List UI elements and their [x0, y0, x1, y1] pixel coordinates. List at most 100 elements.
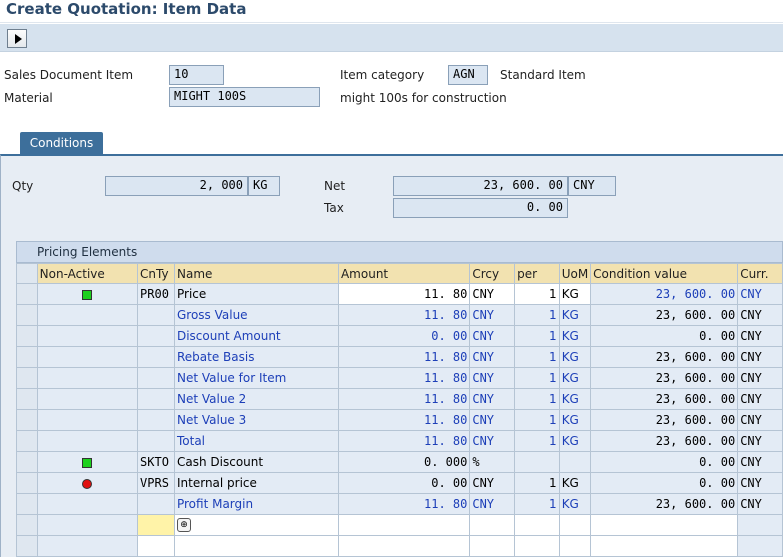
- execute-button[interactable]: [7, 29, 27, 48]
- non-active-cell: [36, 493, 139, 515]
- crcy-input[interactable]: [469, 535, 516, 557]
- row-selector[interactable]: [16, 514, 38, 536]
- crcy-cell[interactable]: CNY: [469, 283, 516, 305]
- qty-unit-field[interactable]: KG: [248, 176, 280, 196]
- curr-cell: CNY: [737, 493, 783, 515]
- non-active-cell: [36, 325, 139, 347]
- row-selector[interactable]: [16, 472, 38, 494]
- table-row[interactable]: Net Value 3 11. 80 CNY 1 KG 23, 600. 00 CNY: [16, 409, 783, 431]
- cnty-cell: [137, 304, 175, 326]
- curr-cell: CNY: [737, 283, 783, 305]
- per-cell: 1: [514, 346, 560, 368]
- uom-cell: KG: [558, 325, 592, 347]
- col-crcy[interactable]: Crcy: [469, 263, 516, 284]
- name-cell: Discount Amount: [173, 325, 339, 347]
- col-curr[interactable]: Curr.: [737, 263, 783, 284]
- crcy-cell: CNY: [469, 346, 516, 368]
- non-active-cell: [36, 451, 139, 473]
- table-row[interactable]: Discount Amount 0. 00 CNY 1 KG 0. 00 CNY: [16, 325, 783, 347]
- pricing-table-body: PR00 Price 11. 80 CNY 1 KG 23, 600. 00 CNY Gross…: [16, 283, 783, 557]
- new-entry-icon[interactable]: ⊕: [176, 518, 191, 533]
- per-cell[interactable]: 1: [514, 283, 560, 305]
- curr-cell: CNY: [737, 367, 783, 389]
- row-selector[interactable]: [16, 325, 38, 347]
- table-header-row: Non-Active CnTy Name Amount Crcy per UoM…: [16, 263, 783, 284]
- uom-cell[interactable]: KG: [558, 283, 592, 305]
- col-condition-value[interactable]: Condition value: [590, 263, 739, 284]
- uom-cell: KG: [558, 367, 592, 389]
- table-row[interactable]: Net Value for Item 11. 80 CNY 1 KG 23, 600. 0…: [16, 367, 783, 389]
- table-row[interactable]: Profit Margin 11. 80 CNY 1 KG 23, 600. 00 CNY: [16, 493, 783, 515]
- row-selector[interactable]: [16, 283, 38, 305]
- name-cell: Profit Margin: [173, 493, 339, 515]
- title-divider: [0, 22, 783, 23]
- crcy-input[interactable]: [469, 514, 516, 536]
- curr-cell: CNY: [737, 472, 783, 494]
- table-row[interactable]: Rebate Basis 11. 80 CNY 1 KG 23, 600. 00 CNY: [16, 346, 783, 368]
- name-input[interactable]: ⊕: [173, 514, 339, 536]
- row-selector[interactable]: [16, 430, 38, 452]
- col-cnty[interactable]: CnTy: [137, 263, 175, 284]
- row-selector[interactable]: [16, 346, 38, 368]
- qty-field[interactable]: 2, 000: [105, 176, 248, 196]
- per-input[interactable]: [514, 535, 560, 557]
- uom-input[interactable]: [558, 514, 592, 536]
- empty-entry-row[interactable]: [16, 535, 783, 557]
- table-row[interactable]: PR00 Price 11. 80 CNY 1 KG 23, 600. 00 CNY: [16, 283, 783, 305]
- tab-conditions[interactable]: Conditions: [20, 132, 103, 154]
- amount-cell: 11. 80: [337, 304, 471, 326]
- amount-cell[interactable]: 11. 80: [337, 283, 471, 305]
- amount-input[interactable]: [337, 514, 471, 536]
- material-field[interactable]: MIGHT 100S: [169, 87, 320, 107]
- amount-input[interactable]: [337, 535, 471, 557]
- row-selector[interactable]: [16, 367, 38, 389]
- curr-cell: CNY: [737, 304, 783, 326]
- row-selector[interactable]: [16, 493, 38, 515]
- cnty-input[interactable]: [137, 514, 175, 536]
- empty-entry-row[interactable]: ⊕: [16, 514, 783, 536]
- non-active-cell: [36, 304, 139, 326]
- row-selector[interactable]: [16, 451, 38, 473]
- curr-cell: CNY: [737, 346, 783, 368]
- name-cell: Gross Value: [173, 304, 339, 326]
- amount-cell: 11. 80: [337, 493, 471, 515]
- condition-value-input[interactable]: [590, 535, 739, 557]
- table-row[interactable]: VPRS Internal price 0. 00 CNY 1 KG 0. 00 CNY: [16, 472, 783, 494]
- condition-value-cell: 0. 00: [590, 451, 739, 473]
- row-selector[interactable]: [16, 535, 38, 557]
- select-all-cell[interactable]: [16, 263, 38, 284]
- row-selector[interactable]: [16, 409, 38, 431]
- cnty-input[interactable]: [137, 535, 175, 557]
- curr-input: [737, 514, 783, 536]
- sales-doc-item-field[interactable]: 10: [169, 65, 224, 85]
- uom-cell: KG: [558, 430, 592, 452]
- green-square-icon: [82, 457, 93, 468]
- crcy-cell: %: [469, 451, 516, 473]
- table-row[interactable]: Gross Value 11. 80 CNY 1 KG 23, 600. 00 CNY: [16, 304, 783, 326]
- non-active-cell: [36, 388, 139, 410]
- table-row[interactable]: SKTO Cash Discount 0. 000% 0. 00 CNY: [16, 451, 783, 473]
- col-uom[interactable]: UoM: [558, 263, 592, 284]
- cnty-cell: [137, 409, 175, 431]
- curr-input: [737, 535, 783, 557]
- name-cell: Net Value 2: [173, 388, 339, 410]
- per-cell: 1: [514, 493, 560, 515]
- condition-value-input[interactable]: [590, 514, 739, 536]
- uom-input[interactable]: [558, 535, 592, 557]
- col-amount[interactable]: Amount: [337, 263, 471, 284]
- table-row[interactable]: Net Value 2 11. 80 CNY 1 KG 23, 600. 00 CNY: [16, 388, 783, 410]
- material-label: Material: [4, 91, 53, 105]
- row-selector[interactable]: [16, 304, 38, 326]
- col-non-active[interactable]: Non-Active: [36, 263, 139, 284]
- name-input[interactable]: [173, 535, 339, 557]
- per-input[interactable]: [514, 514, 560, 536]
- col-name[interactable]: Name: [173, 263, 339, 284]
- item-category-field[interactable]: AGN: [448, 65, 488, 85]
- condition-value-cell: 23, 600. 00: [590, 346, 739, 368]
- condition-value-cell: 23, 600. 00: [590, 367, 739, 389]
- cnty-cell: [137, 388, 175, 410]
- row-selector[interactable]: [16, 388, 38, 410]
- table-row[interactable]: Total 11. 80 CNY 1 KG 23, 600. 00 CNY: [16, 430, 783, 452]
- non-active-cell: [36, 283, 139, 305]
- col-per[interactable]: per: [514, 263, 560, 284]
